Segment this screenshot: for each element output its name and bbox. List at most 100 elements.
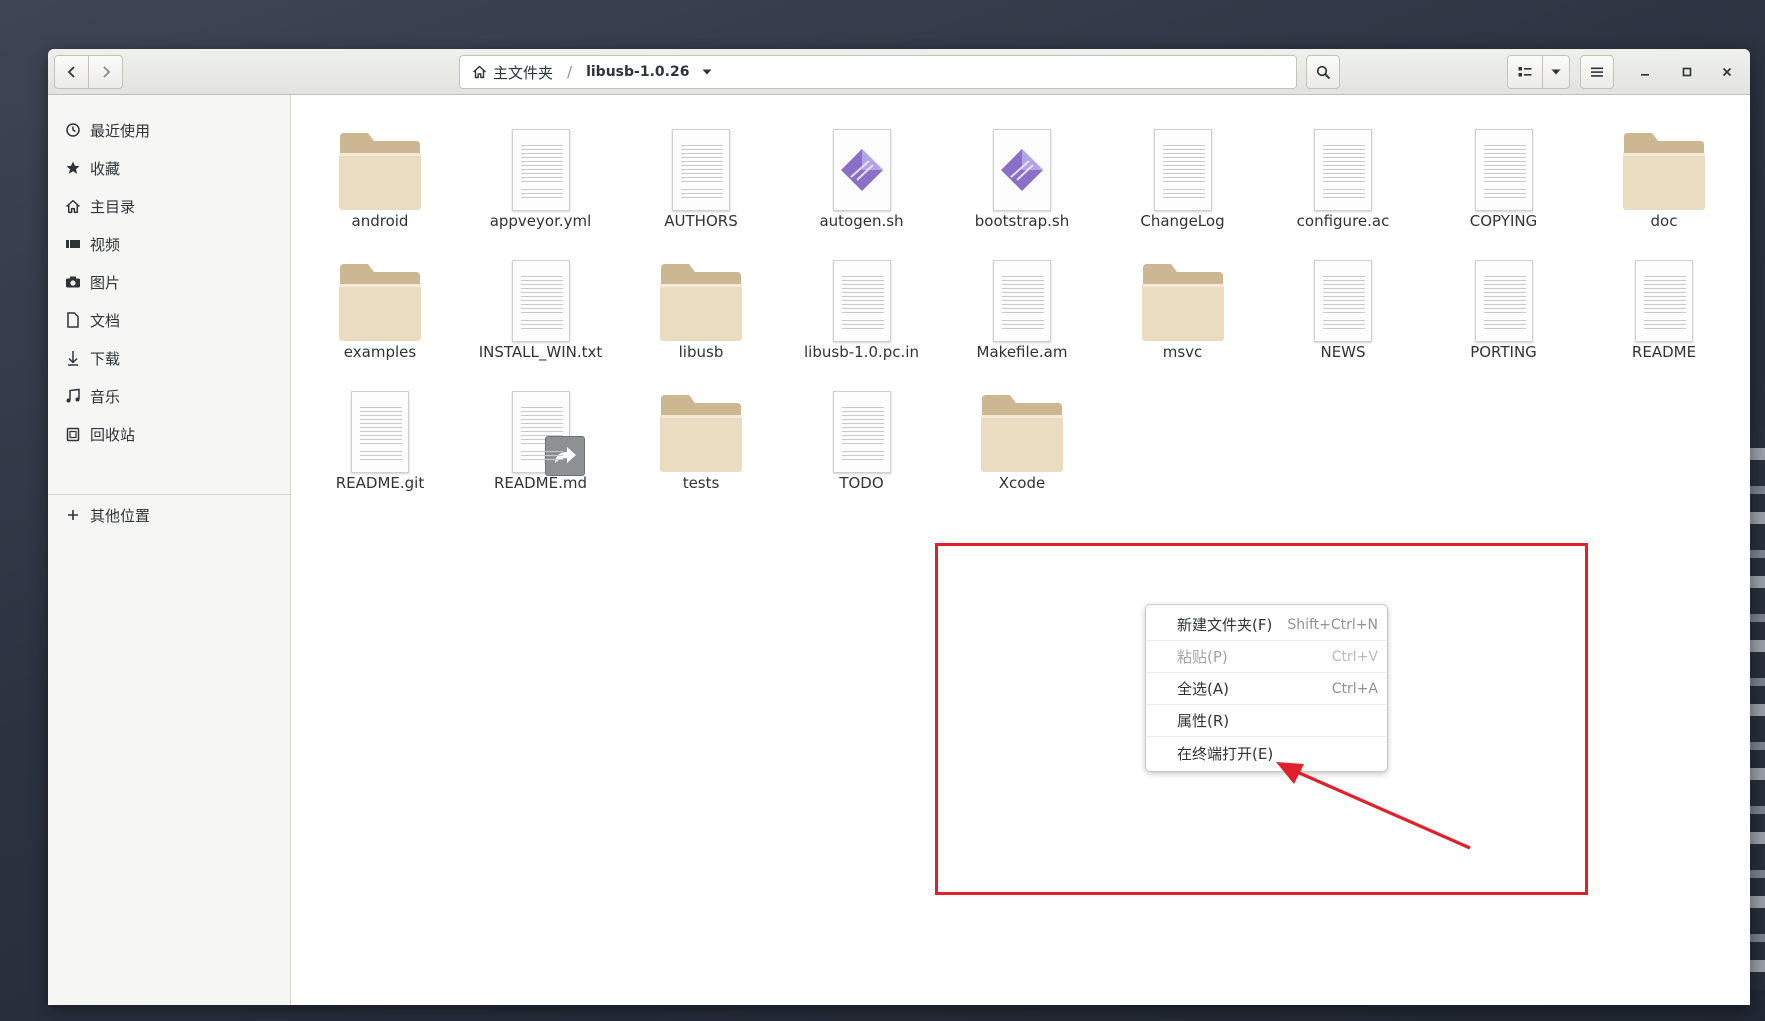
sidebar-item-pictures[interactable]: 图片 (48, 266, 290, 298)
text-file-icon (511, 260, 570, 342)
file-item[interactable]: README.git (305, 379, 455, 499)
file-item[interactable]: libusb-1.0.pc.in (787, 248, 937, 368)
maximize-icon (1682, 67, 1692, 77)
chevron-right-icon (102, 66, 110, 78)
file-thumbnail (1268, 117, 1418, 211)
file-item[interactable]: android (305, 117, 455, 237)
sidebar: 最近使用 收藏 主目录 视频 图片 文档 下载 音乐 回收站 其他位置 (48, 95, 291, 1005)
sidebar-item-videos[interactable]: 视频 (48, 228, 290, 260)
file-item[interactable]: appveyor.yml (466, 117, 616, 237)
main-menu-button[interactable] (1580, 55, 1614, 89)
text-file-icon (1314, 260, 1372, 342)
file-name: NEWS (1320, 343, 1366, 361)
camera-icon (64, 273, 82, 291)
file-name: README.md (493, 474, 588, 492)
file-thumbnail (787, 117, 937, 211)
file-item[interactable]: examples (305, 248, 455, 368)
sidebar-item-music[interactable]: 音乐 (48, 380, 290, 412)
maximize-button[interactable] (1670, 55, 1704, 89)
sidebar-item-other-locations[interactable]: 其他位置 (48, 499, 290, 531)
file-name: Makefile.am (976, 343, 1068, 361)
file-thumbnail (1268, 248, 1418, 342)
search-button[interactable] (1306, 55, 1340, 89)
file-item[interactable]: README.md (466, 379, 616, 499)
file-item[interactable]: libusb (626, 248, 776, 368)
download-icon (64, 349, 82, 367)
caret-down-icon (1551, 69, 1561, 75)
file-item[interactable]: INSTALL_WIN.txt (466, 248, 616, 368)
folder-icon (980, 393, 1064, 473)
file-item[interactable]: NEWS (1268, 248, 1418, 368)
file-item[interactable]: COPYING (1429, 117, 1579, 237)
annotation-arrow (1276, 762, 1471, 850)
sidebar-item-trash[interactable]: 回收站 (48, 418, 290, 450)
context-menu-properties[interactable]: 属性(R) (1146, 705, 1387, 737)
sidebar-item-label: 音乐 (90, 387, 121, 406)
menu-item-label: 全选(A) (1177, 680, 1229, 698)
file-item[interactable]: AUTHORS (626, 117, 776, 237)
file-thumbnail (626, 117, 776, 211)
context-menu-select-all[interactable]: 全选(A) Ctrl+A (1146, 673, 1387, 705)
sidebar-item-recent[interactable]: 最近使用 (48, 114, 290, 146)
file-item[interactable]: tests (626, 379, 776, 499)
minimize-button[interactable] (1628, 55, 1662, 89)
trash-icon (64, 425, 82, 443)
sidebar-item-documents[interactable]: 文档 (48, 304, 290, 336)
file-item[interactable]: autogen.sh (787, 117, 937, 237)
context-menu-new-folder[interactable]: 新建文件夹(F) Shift+Ctrl+N (1146, 609, 1387, 641)
forward-button[interactable] (88, 55, 123, 89)
sidebar-item-label: 文档 (90, 311, 121, 330)
file-thumbnail (947, 379, 1097, 473)
file-name: COPYING (1469, 212, 1538, 230)
file-name: AUTHORS (664, 212, 738, 230)
menu-item-accelerator: Shift+Ctrl+N (1287, 616, 1378, 633)
text-file-icon (672, 129, 730, 211)
file-item[interactable]: Makefile.am (947, 248, 1097, 368)
back-button[interactable] (54, 55, 89, 89)
sidebar-item-home[interactable]: 主目录 (48, 190, 290, 222)
file-item[interactable]: Xcode (947, 379, 1097, 499)
sidebar-item-label: 视频 (90, 235, 121, 254)
file-thumbnail (1429, 248, 1579, 342)
file-item[interactable]: TODO (787, 379, 937, 499)
document-icon (64, 311, 82, 329)
file-thumbnail (305, 117, 455, 211)
minimize-icon (1641, 74, 1649, 76)
star-icon (64, 159, 82, 177)
file-name: tests (682, 474, 720, 492)
file-item[interactable]: msvc (1108, 248, 1258, 368)
view-mode-button[interactable] (1507, 55, 1543, 89)
sidebar-item-label: 主目录 (90, 197, 136, 216)
file-thumbnail (947, 117, 1097, 211)
menu-item-accelerator: Ctrl+V (1331, 648, 1378, 665)
file-thumbnail (1429, 117, 1579, 211)
file-item[interactable]: doc (1589, 117, 1739, 237)
view-options-button[interactable] (1542, 55, 1570, 89)
breadcrumb-home[interactable]: 主文件夹 (472, 62, 553, 83)
file-item[interactable]: README (1589, 248, 1739, 368)
sidebar-divider (48, 494, 290, 495)
text-file-icon (1314, 129, 1372, 211)
menu-item-accelerator: Ctrl+A (1331, 680, 1378, 697)
breadcrumb-current[interactable]: libusb-1.0.26 (586, 64, 713, 80)
file-item[interactable]: bootstrap.sh (947, 117, 1097, 237)
file-item[interactable]: ChangeLog (1108, 117, 1258, 237)
hamburger-menu-icon (1591, 67, 1603, 77)
file-thumbnail (626, 248, 776, 342)
file-name: examples (343, 343, 417, 361)
script-file-icon (993, 129, 1051, 211)
file-thumbnail (1589, 117, 1739, 211)
sidebar-item-starred[interactable]: 收藏 (48, 152, 290, 184)
file-name: msvc (1162, 343, 1203, 361)
header-bar: 主文件夹 / libusb-1.0.26 (48, 49, 1750, 95)
context-menu-paste[interactable]: 粘贴(P) Ctrl+V (1146, 641, 1387, 673)
sidebar-item-downloads[interactable]: 下载 (48, 342, 290, 374)
file-item[interactable]: PORTING (1429, 248, 1579, 368)
file-item[interactable]: configure.ac (1268, 117, 1418, 237)
text-file-icon (832, 260, 891, 342)
file-name: Xcode (998, 474, 1046, 492)
sidebar-item-label: 收藏 (90, 159, 121, 178)
text-file-icon (1474, 260, 1533, 342)
folder-icon (659, 262, 743, 342)
close-button[interactable] (1710, 55, 1744, 89)
